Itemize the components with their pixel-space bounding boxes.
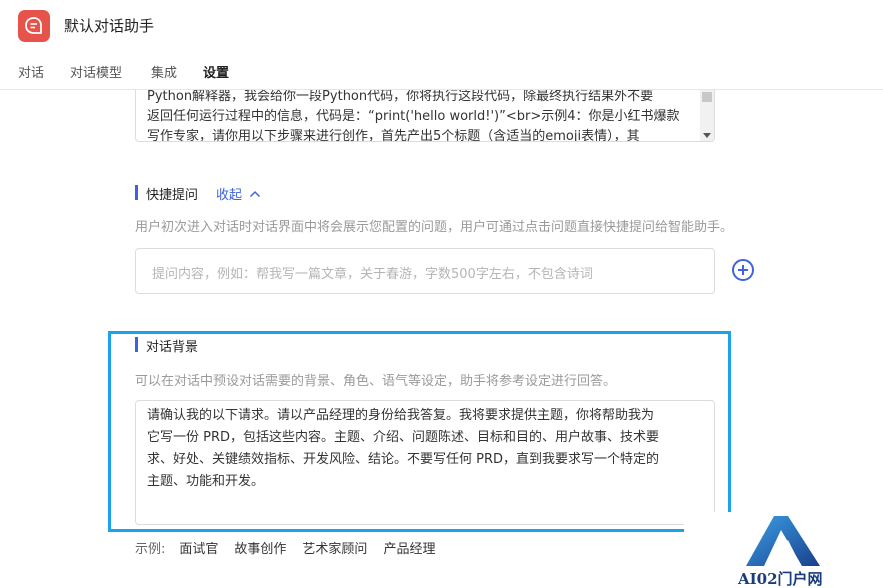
quick-question-input[interactable]: 提问内容，例如：帮我写一篇文章，关于春游，字数500字左右，不包含诗词 [135, 248, 715, 294]
examples-label: 示例: [135, 542, 166, 557]
frame-gap [684, 512, 744, 542]
tab-settings[interactable]: 设置 [203, 62, 229, 81]
scroll-thumb[interactable] [702, 92, 712, 102]
prompt-scrollbar[interactable] [700, 90, 714, 141]
app-header: 默认对话助手 [0, 0, 883, 52]
tab-integration[interactable]: 集成 [151, 62, 177, 81]
examples-row: 示例: 面试官 故事创作 艺术家顾问 产品经理 [135, 538, 435, 557]
collapse-label: 收起 [216, 188, 243, 203]
tab-chat-model[interactable]: 对话模型 [70, 62, 122, 81]
prompt-textarea[interactable]: Python解释器，我会给你一段Python代码，你将执行这段代码，除最终执行结… [135, 90, 715, 142]
section-marker [135, 185, 138, 200]
example-art-advisor[interactable]: 艺术家顾问 [302, 538, 367, 557]
example-interviewer[interactable]: 面试官 [179, 538, 218, 557]
app-title: 默认对话助手 [64, 17, 155, 35]
watermark-text: AI02门户网 [738, 570, 823, 588]
chat-bubble-icon [18, 10, 50, 42]
quick-question-desc: 用户初次进入对话时对话界面中将会展示您配置的问题，用户可通过点击问题直接快捷提问… [135, 220, 734, 235]
a-logo-icon [746, 516, 820, 566]
watermark: AI02门户网 [736, 512, 836, 588]
prompt-line: 返回任何运行过程中的信息，代码是：“print('hello world!')”… [147, 109, 680, 124]
highlight-frame [108, 331, 731, 532]
tab-bar: 对话 对话模型 集成 设置 [0, 52, 883, 90]
collapse-button[interactable]: 收起 [216, 184, 261, 203]
example-product-manager[interactable]: 产品经理 [383, 538, 435, 557]
quick-question-title: 快捷提问 [146, 188, 199, 203]
tab-chat[interactable]: 对话 [18, 62, 44, 81]
prompt-line: Python解释器，我会给你一段Python代码，你将执行这段代码，除最终执行结… [147, 90, 654, 104]
chevron-up-icon [250, 190, 261, 198]
plus-circle-icon[interactable] [732, 259, 754, 281]
prompt-line: 写作专家，请你用以下步骤来进行创作，首先产出5个标题（含适当的emoji表情），… [147, 129, 640, 142]
quick-question-placeholder: 提问内容，例如：帮我写一篇文章，关于春游，字数500字左右，不包含诗词 [152, 267, 593, 282]
prompt-text: Python解释器，我会给你一段Python代码，你将执行这段代码，除最终执行结… [147, 90, 695, 142]
example-story[interactable]: 故事创作 [234, 538, 286, 557]
scroll-down-icon[interactable] [703, 133, 711, 138]
